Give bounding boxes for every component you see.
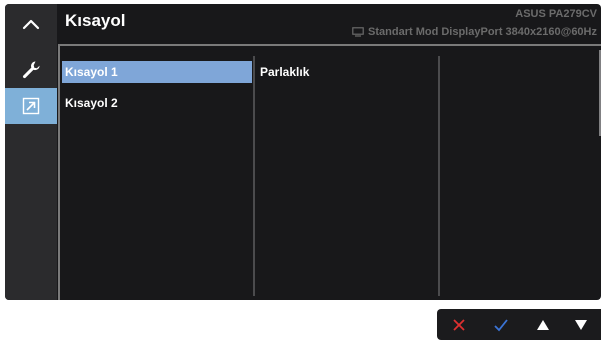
menu-item-label: Kısayol 1 — [65, 65, 118, 79]
close-button[interactable] — [439, 309, 479, 340]
status-line: Standart Mod DisplayPort 3840x2160@60Hz — [352, 26, 597, 38]
menu-item-label: Kısayol 2 — [65, 96, 118, 110]
header-divider — [60, 44, 601, 46]
key-guide-bar — [437, 309, 601, 340]
monitor-model: ASUS PA279CV — [515, 8, 597, 20]
page-title: Kısayol — [65, 11, 126, 30]
submenu-item-brightness[interactable]: Parlaklık — [260, 61, 309, 83]
shortcut-icon — [22, 97, 40, 115]
osd-panel: Kısayol ASUS PA279CV Standart Mod Displa… — [5, 4, 601, 300]
move-up-button[interactable] — [523, 309, 563, 340]
arrow-down-icon — [575, 319, 587, 330]
osd-side-rail — [5, 4, 57, 300]
status-text: Standart Mod DisplayPort 3840x2160@60Hz — [368, 26, 597, 38]
check-icon — [494, 318, 508, 331]
confirm-button[interactable] — [481, 309, 521, 340]
rail-divider — [58, 44, 60, 300]
menu-item-shortcut-1[interactable]: Kısayol 1 — [62, 61, 252, 83]
move-down-button[interactable] — [561, 309, 601, 340]
system-setup-tab[interactable] — [5, 52, 57, 88]
arrow-up-icon — [537, 319, 549, 330]
monitor-icon — [352, 27, 364, 37]
close-icon — [453, 318, 465, 331]
shortcut-tab[interactable] — [5, 88, 57, 124]
chevron-up-icon — [22, 19, 40, 30]
column-divider — [438, 56, 440, 296]
menu-item-shortcut-2[interactable]: Kısayol 2 — [62, 92, 252, 114]
column-divider — [253, 56, 255, 296]
wrench-icon — [22, 61, 40, 79]
collapse-menu-button[interactable] — [5, 4, 57, 44]
